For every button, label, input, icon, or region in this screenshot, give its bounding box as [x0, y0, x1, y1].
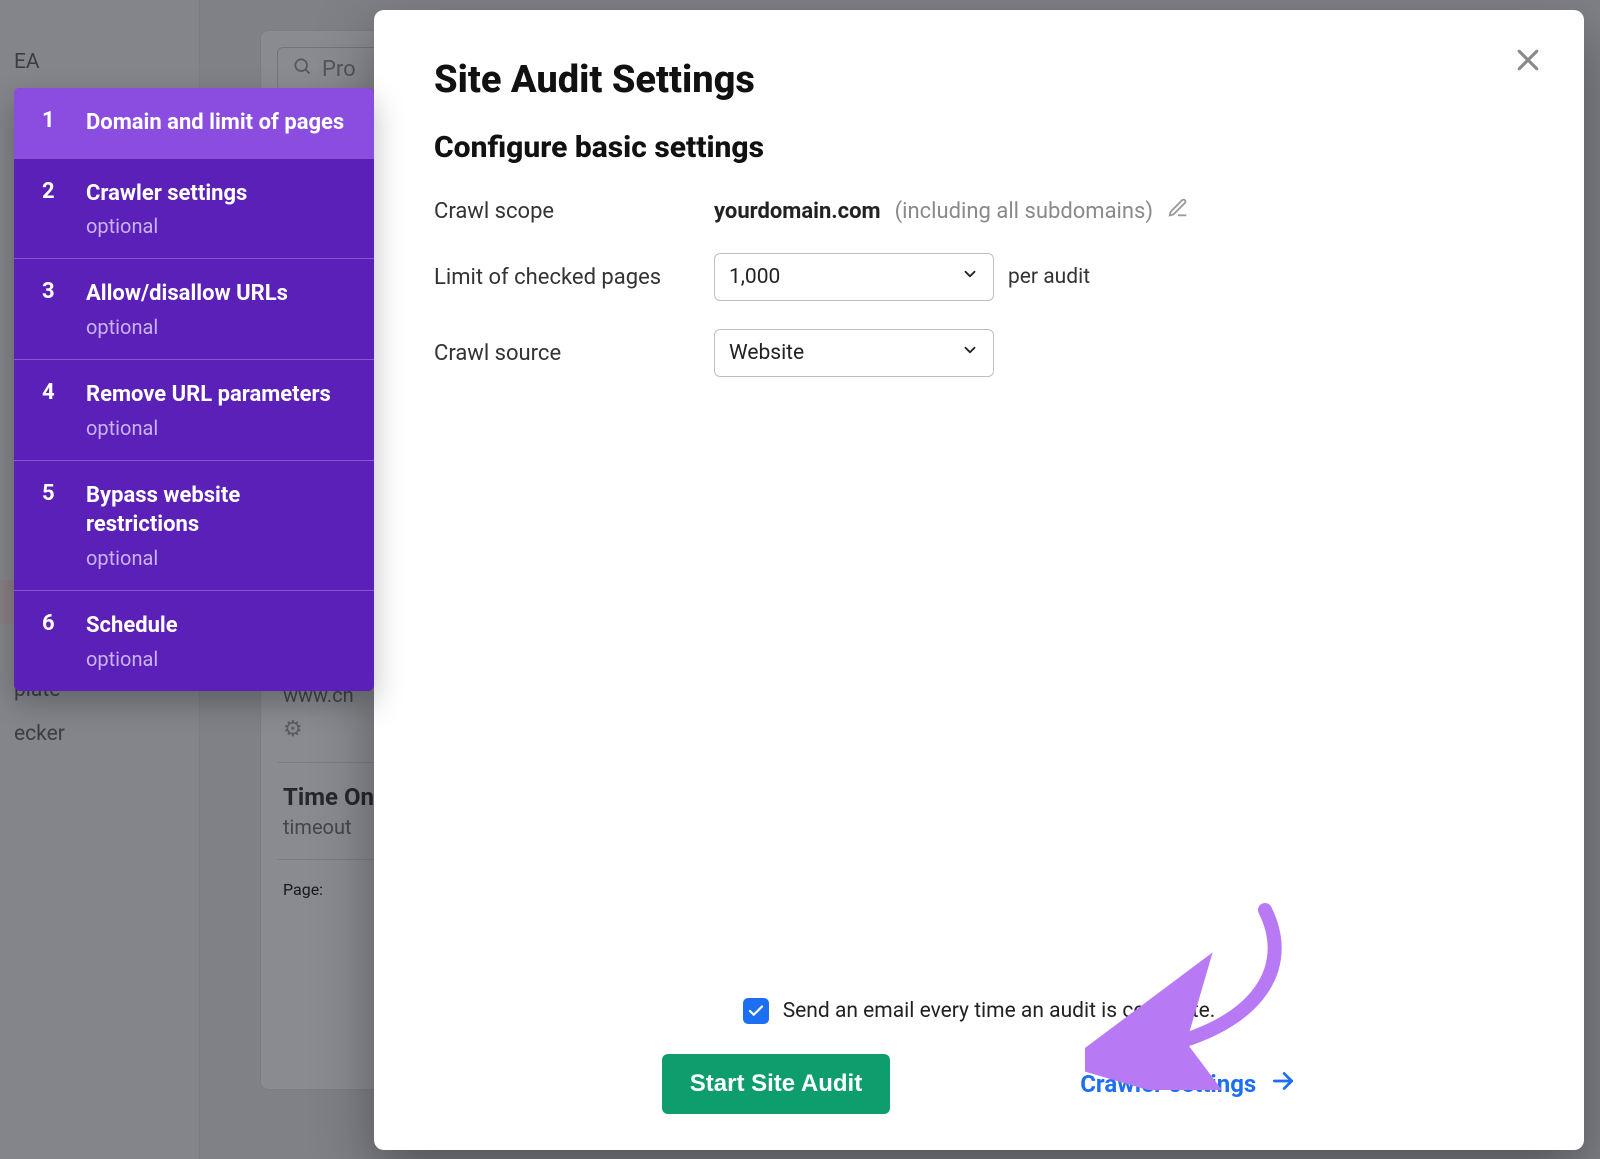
wizard-step-remove-params[interactable]: 4 Remove URL parameters optional	[14, 359, 374, 460]
wizard-step-optional: optional	[86, 546, 352, 570]
limit-pages-row: Limit of checked pages 1,000 per audit	[434, 253, 1524, 301]
wizard-step-bypass-restrictions[interactable]: 5 Bypass website restrictions optional	[14, 460, 374, 590]
modal-footer: Send an email every time an audit is com…	[374, 998, 1584, 1114]
wizard-step-title: Crawler settings	[86, 179, 247, 209]
wizard-step-title: Schedule	[86, 611, 178, 641]
wizard-step-optional: optional	[86, 416, 331, 440]
crawl-source-row: Crawl source Website	[434, 329, 1524, 377]
chevron-down-icon	[961, 341, 979, 365]
wizard-step-title: Domain and limit of pages	[86, 108, 344, 138]
crawler-settings-link[interactable]: Crawler settings	[1080, 1068, 1296, 1100]
limit-pages-label: Limit of checked pages	[434, 265, 714, 290]
modal-title: Site Audit Settings	[434, 58, 1524, 102]
crawl-source-label: Crawl source	[434, 341, 714, 366]
wizard-step-schedule[interactable]: 6 Schedule optional	[14, 590, 374, 691]
close-button[interactable]	[1508, 40, 1548, 80]
wizard-step-number: 5	[42, 481, 60, 506]
wizard-step-number: 3	[42, 279, 60, 304]
email-notification-label: Send an email every time an audit is com…	[783, 999, 1216, 1023]
site-audit-settings-modal: Site Audit Settings Configure basic sett…	[374, 10, 1584, 1150]
email-notification-row: Send an email every time an audit is com…	[434, 998, 1524, 1024]
wizard-steps-nav: 1 Domain and limit of pages 2 Crawler se…	[14, 88, 374, 691]
crawl-source-value: Website	[729, 341, 804, 365]
wizard-step-optional: optional	[86, 647, 178, 671]
crawl-scope-domain: yourdomain.com	[714, 199, 881, 224]
wizard-step-title: Bypass website restrictions	[86, 481, 352, 540]
arrow-right-icon	[1270, 1068, 1296, 1100]
modal-subtitle: Configure basic settings	[434, 130, 1524, 165]
wizard-step-number: 6	[42, 611, 60, 636]
start-site-audit-button[interactable]: Start Site Audit	[662, 1054, 890, 1114]
limit-pages-value: 1,000	[729, 265, 780, 289]
crawl-scope-hint: (including all subdomains)	[895, 199, 1153, 224]
crawl-source-select[interactable]: Website	[714, 329, 994, 377]
limit-pages-select[interactable]: 1,000	[714, 253, 994, 301]
crawler-settings-link-label: Crawler settings	[1080, 1070, 1256, 1098]
wizard-step-title: Allow/disallow URLs	[86, 279, 288, 309]
wizard-step-optional: optional	[86, 315, 288, 339]
email-notification-checkbox[interactable]	[743, 998, 769, 1024]
chevron-down-icon	[961, 265, 979, 289]
wizard-step-crawler-settings[interactable]: 2 Crawler settings optional	[14, 158, 374, 259]
crawl-scope-row: Crawl scope yourdomain.com (including al…	[434, 197, 1524, 225]
edit-scope-button[interactable]	[1167, 197, 1189, 225]
wizard-step-optional: optional	[86, 214, 247, 238]
wizard-step-number: 2	[42, 179, 60, 204]
wizard-step-number: 4	[42, 380, 60, 405]
wizard-step-title: Remove URL parameters	[86, 380, 331, 410]
settings-form: Crawl scope yourdomain.com (including al…	[434, 197, 1524, 377]
wizard-step-number: 1	[42, 108, 60, 133]
wizard-step-domain-limit[interactable]: 1 Domain and limit of pages	[14, 88, 374, 158]
wizard-step-allow-disallow[interactable]: 3 Allow/disallow URLs optional	[14, 258, 374, 359]
limit-pages-suffix: per audit	[1008, 265, 1090, 289]
crawl-scope-label: Crawl scope	[434, 199, 714, 224]
